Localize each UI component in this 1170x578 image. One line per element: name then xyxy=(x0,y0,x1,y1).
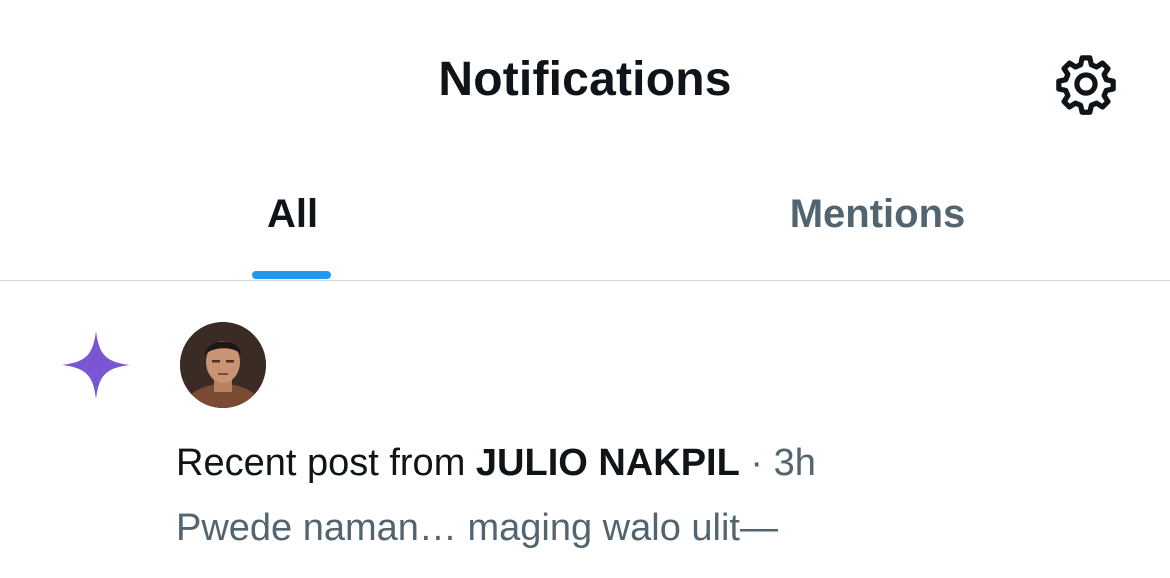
settings-button[interactable] xyxy=(1052,50,1120,118)
separator: · xyxy=(739,442,774,484)
avatar[interactable] xyxy=(180,322,266,408)
tab-all[interactable]: All xyxy=(0,160,585,280)
gear-icon xyxy=(1056,55,1116,115)
notifications-screen: Notifications All Mentions Recent post f… xyxy=(0,0,1170,578)
notification-prefix: Recent post from xyxy=(176,442,476,484)
tab-all-label: All xyxy=(266,192,319,236)
tab-bar: All Mentions xyxy=(0,160,1170,280)
sparkle-icon xyxy=(62,331,130,399)
tab-mentions[interactable]: Mentions xyxy=(585,160,1170,280)
notification-text: Recent post from JULIO NAKPIL · 3h xyxy=(176,442,816,485)
active-tab-indicator xyxy=(252,271,331,279)
page-title: Notifications xyxy=(438,53,732,106)
timestamp: 3h xyxy=(773,442,816,484)
avatar-image xyxy=(180,322,266,408)
notification-item[interactable]: Recent post from JULIO NAKPIL · 3h Pwede… xyxy=(0,281,1170,578)
header: Notifications xyxy=(0,0,1170,160)
tab-mentions-label: Mentions xyxy=(789,192,966,236)
author-name[interactable]: JULIO NAKPIL xyxy=(476,442,740,484)
post-snippet: Pwede naman… maging walo ulit— xyxy=(176,507,778,549)
